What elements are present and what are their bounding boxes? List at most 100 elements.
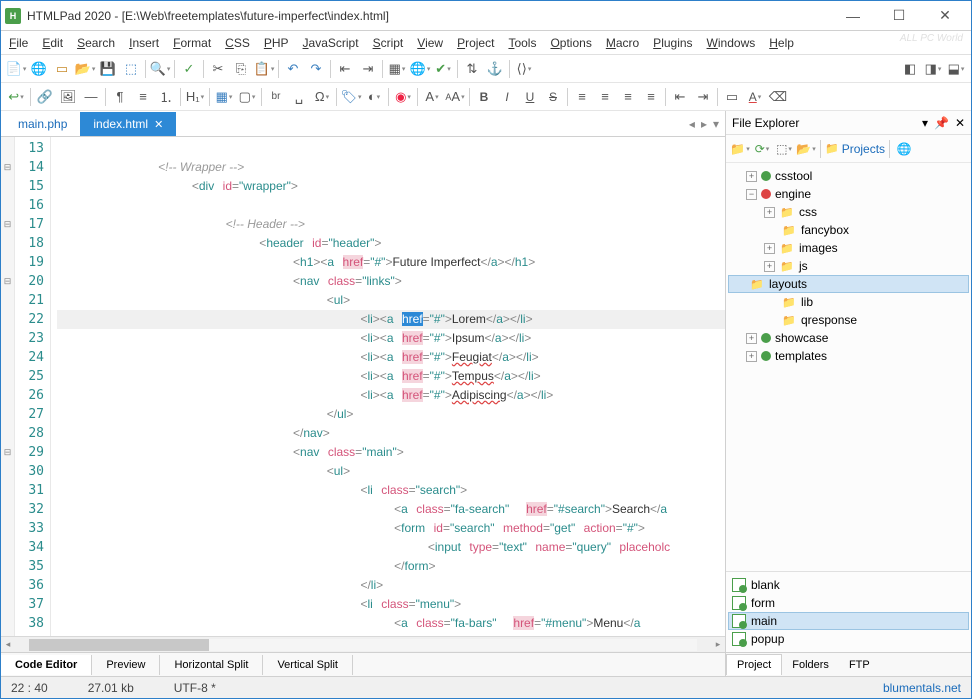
bold-icon[interactable]: B <box>473 86 495 108</box>
font-icon[interactable]: A <box>421 86 443 108</box>
menu-help[interactable]: Help <box>769 36 794 50</box>
ul-icon[interactable]: ≡ <box>132 86 154 108</box>
panel-left-icon[interactable]: ◧ <box>899 58 921 80</box>
anchor-icon[interactable]: ⚓ <box>484 58 506 80</box>
globe-icon[interactable]: 🌐 <box>894 139 914 159</box>
menu-php[interactable]: PHP <box>264 36 289 50</box>
menu-macro[interactable]: Macro <box>606 36 639 50</box>
image-icon[interactable]: 🖼 <box>57 86 79 108</box>
p-icon[interactable]: ¶ <box>109 86 131 108</box>
tab-close-icon[interactable]: ✕ <box>154 118 163 131</box>
panel-pin-icon[interactable]: 📌 <box>934 116 949 130</box>
preview-icon[interactable]: ▦ <box>386 58 408 80</box>
clear-format-icon[interactable]: ⌫ <box>767 86 789 108</box>
indent-icon[interactable]: ⇥ <box>692 86 714 108</box>
wrap-icon[interactable]: ↩ <box>5 86 27 108</box>
tree-item-qresponse[interactable]: 📁qresponse <box>728 311 969 329</box>
align-left-icon[interactable]: ≡ <box>571 86 593 108</box>
new-web-icon[interactable]: 🌐 <box>28 58 50 80</box>
menu-search[interactable]: Search <box>77 36 115 50</box>
menu-edit[interactable]: Edit <box>42 36 63 50</box>
nbsp-icon[interactable]: ␣ <box>288 86 310 108</box>
file-item-blank[interactable]: blank <box>728 576 969 594</box>
projects-link[interactable]: 📁 Projects <box>825 142 885 156</box>
tab-menu-icon[interactable]: ▾ <box>713 117 719 131</box>
menu-view[interactable]: View <box>417 36 443 50</box>
menu-options[interactable]: Options <box>550 36 591 50</box>
view-tab-vertical-split[interactable]: Vertical Split <box>263 655 353 675</box>
heading-icon[interactable]: H₁ <box>184 86 206 108</box>
strike-icon[interactable]: S <box>542 86 564 108</box>
panel-menu-icon[interactable]: ▾ <box>922 116 928 130</box>
maximize-button[interactable]: ☐ <box>885 6 913 26</box>
color-icon[interactable]: ◉ <box>392 86 414 108</box>
folder-tree[interactable]: +csstool−engine+📁css📁fancybox+📁images+📁j… <box>726 163 971 571</box>
menu-windows[interactable]: Windows <box>707 36 756 50</box>
menu-css[interactable]: CSS <box>225 36 250 50</box>
menu-javascript[interactable]: JavaScript <box>303 36 359 50</box>
div-icon[interactable]: ▭ <box>721 86 743 108</box>
format-icon[interactable]: ⟨⟩ <box>513 58 535 80</box>
menu-tools[interactable]: Tools <box>508 36 536 50</box>
tab-next-icon[interactable]: ▸ <box>701 117 707 131</box>
code-editor[interactable]: ⊟⊟⊟⊟ 13141516171819202122232425262728293… <box>1 137 725 636</box>
tree-item-images[interactable]: +📁images <box>728 239 969 257</box>
save-all-icon[interactable]: ⬚ <box>120 58 142 80</box>
spellcheck-icon[interactable]: ✓ <box>178 58 200 80</box>
new-folder-icon[interactable]: 📁 <box>730 139 750 159</box>
save-icon[interactable]: 💾 <box>97 58 119 80</box>
cut-icon[interactable]: ✂ <box>207 58 229 80</box>
view-tab-preview[interactable]: Preview <box>92 655 160 675</box>
tab-prev-icon[interactable]: ◂ <box>689 117 695 131</box>
browser-icon[interactable]: 🌐 <box>409 58 431 80</box>
tree-item-js[interactable]: +📁js <box>728 257 969 275</box>
tree-item-showcase[interactable]: +showcase <box>728 329 969 347</box>
panel-tab-project[interactable]: Project <box>726 654 782 675</box>
file-item-form[interactable]: form <box>728 594 969 612</box>
panel-bottom-icon[interactable]: ⬓ <box>945 58 967 80</box>
css-icon[interactable]: ◐ <box>363 86 385 108</box>
scroll-left-icon[interactable]: ◂ <box>1 639 15 650</box>
omega-icon[interactable]: Ω <box>311 86 333 108</box>
new-file-icon[interactable]: 📄 <box>5 58 27 80</box>
file-tab-active[interactable]: index.html ✕ <box>80 112 176 136</box>
menu-script[interactable]: Script <box>373 36 404 50</box>
indent-right-icon[interactable]: ⇥ <box>357 58 379 80</box>
redo-icon[interactable]: ↷ <box>305 58 327 80</box>
refresh-icon[interactable]: ⟳ <box>752 139 772 159</box>
outdent-icon[interactable]: ⇤ <box>669 86 691 108</box>
view-tab-horizontal-split[interactable]: Horizontal Split <box>160 655 263 675</box>
menu-format[interactable]: Format <box>173 36 211 50</box>
open-folder-icon[interactable]: 📂 <box>796 139 816 159</box>
validate-icon[interactable]: ✔ <box>432 58 454 80</box>
align-center-icon[interactable]: ≡ <box>594 86 616 108</box>
underline-icon[interactable]: U <box>519 86 541 108</box>
tree-item-templates[interactable]: +templates <box>728 347 969 365</box>
menu-insert[interactable]: Insert <box>129 36 159 50</box>
menu-project[interactable]: Project <box>457 36 494 50</box>
menu-file[interactable]: File <box>9 36 28 50</box>
font-size-icon[interactable]: AA <box>444 86 466 108</box>
panel-tab-folders[interactable]: Folders <box>782 655 839 675</box>
indent-left-icon[interactable]: ⇤ <box>334 58 356 80</box>
horizontal-scrollbar[interactable]: ◂ ▸ <box>1 636 725 652</box>
align-right-icon[interactable]: ≡ <box>617 86 639 108</box>
tree-item-engine[interactable]: −engine <box>728 185 969 203</box>
tree-item-fancybox[interactable]: 📁fancybox <box>728 221 969 239</box>
panel-tab-ftp[interactable]: FTP <box>839 655 880 675</box>
ol-icon[interactable]: ⒈ <box>155 86 177 108</box>
tree-item-css[interactable]: +📁css <box>728 203 969 221</box>
tree-item-lib[interactable]: 📁lib <box>728 293 969 311</box>
minimize-button[interactable]: — <box>839 6 867 26</box>
paste-icon[interactable]: 📋 <box>253 58 275 80</box>
view-mode-icon[interactable]: ⬚ <box>774 139 794 159</box>
form-icon[interactable]: ▢ <box>236 86 258 108</box>
file-tab-inactive[interactable]: main.php <box>5 112 80 136</box>
view-tab-code-editor[interactable]: Code Editor <box>1 655 92 675</box>
link-icon[interactable]: 🔗 <box>34 86 56 108</box>
panel-right-icon[interactable]: ◨ <box>922 58 944 80</box>
scroll-right-icon[interactable]: ▸ <box>711 639 725 650</box>
close-button[interactable]: ✕ <box>931 6 959 26</box>
open-file-icon[interactable]: ▭ <box>51 58 73 80</box>
file-item-main[interactable]: main <box>728 612 969 630</box>
